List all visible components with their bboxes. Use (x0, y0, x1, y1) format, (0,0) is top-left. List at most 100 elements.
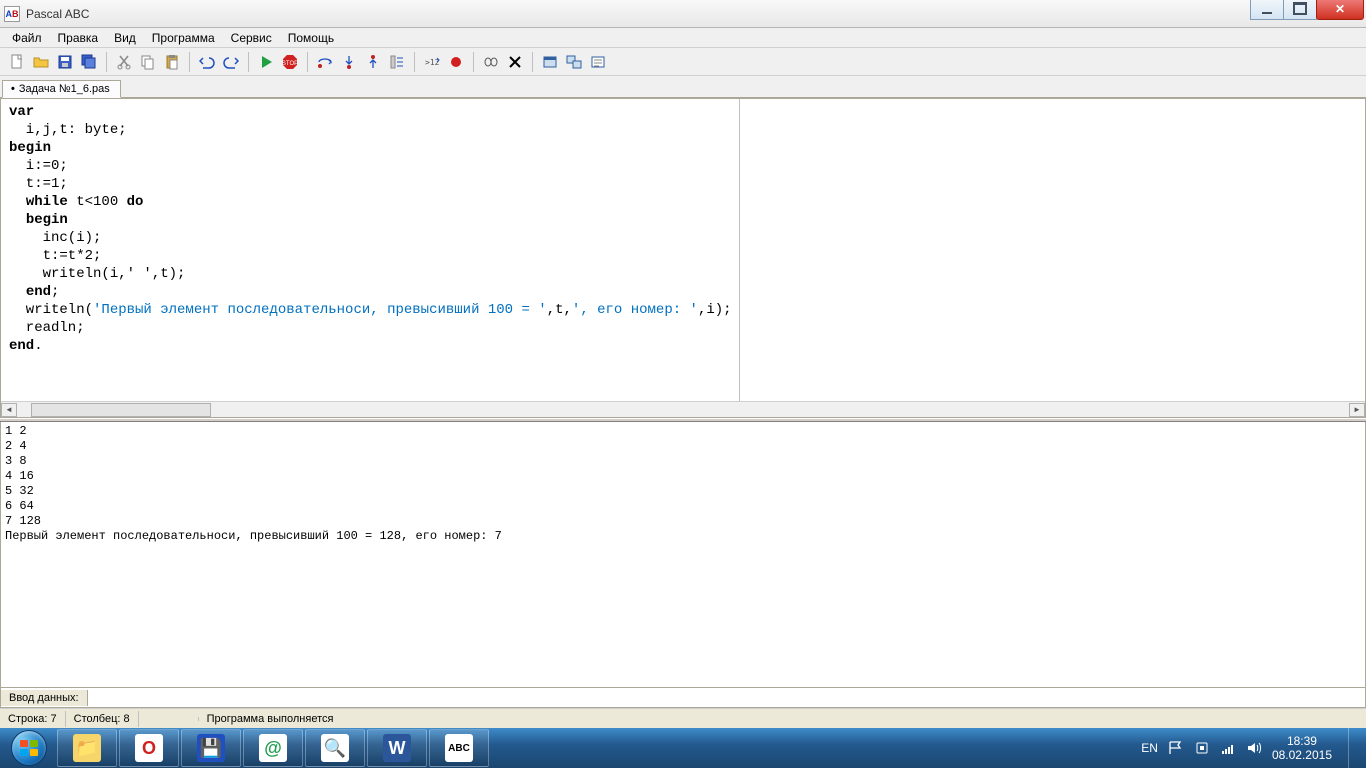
windows-orb-icon (11, 730, 47, 766)
step-out-button[interactable] (362, 51, 384, 73)
taskbar-pascal-abc-button[interactable]: ABC (429, 729, 489, 767)
step-into-icon (341, 54, 357, 70)
toolbar-separator (532, 52, 533, 72)
run-button[interactable] (255, 51, 277, 73)
save-icon (57, 54, 73, 70)
paste-button[interactable] (161, 51, 183, 73)
toolbar-separator (248, 52, 249, 72)
word-icon: W (383, 734, 411, 762)
editor-area: var i,j,t: byte; begin i:=0; t:=1; while… (0, 98, 1366, 708)
redo-button[interactable] (220, 51, 242, 73)
taskbar-explorer-button[interactable]: 📁 (57, 729, 117, 767)
run-icon (258, 54, 274, 70)
taskbar-mail-button[interactable]: @ (243, 729, 303, 767)
editor-split-line (739, 99, 740, 401)
watch-button[interactable]: >123 (421, 51, 443, 73)
new-file-button[interactable] (6, 51, 28, 73)
save-app-icon: 💾 (197, 734, 225, 762)
clock-time: 18:39 (1272, 734, 1332, 748)
minimize-button[interactable] (1250, 0, 1284, 20)
language-indicator[interactable]: EN (1141, 741, 1158, 755)
stop-button[interactable]: STOP (279, 51, 301, 73)
form-new-icon (542, 54, 558, 70)
step-out-icon (365, 54, 381, 70)
evaluate-button[interactable] (480, 51, 502, 73)
network-tray-icon[interactable] (1220, 740, 1236, 756)
maximize-button[interactable] (1283, 0, 1317, 20)
open-file-button[interactable] (30, 51, 52, 73)
menu-program[interactable]: Программа (144, 29, 223, 47)
pascal-abc-icon: ABC (445, 734, 473, 762)
watch-icon: >123 (424, 54, 440, 70)
toolbar-separator (414, 52, 415, 72)
toolbar-separator (473, 52, 474, 72)
taskbar-save-app-button[interactable]: 💾 (181, 729, 241, 767)
close-button[interactable] (1316, 0, 1364, 20)
status-column: Столбец: 8 (66, 711, 139, 727)
save-all-button[interactable] (78, 51, 100, 73)
taskbar-word-button[interactable]: W (367, 729, 427, 767)
input-row: Ввод данных: (0, 688, 1366, 708)
redo-icon (223, 54, 239, 70)
file-tab[interactable]: • Задача №1_6.pas (2, 80, 121, 98)
form-new-button[interactable] (539, 51, 561, 73)
cut-button[interactable] (113, 51, 135, 73)
tab-bar: • Задача №1_6.pas (0, 76, 1366, 98)
breakpoint-button[interactable] (445, 51, 467, 73)
start-button[interactable] (2, 728, 56, 768)
scroll-left-arrow[interactable]: ◄ (1, 403, 17, 417)
run-to-cursor-button[interactable] (386, 51, 408, 73)
form-link-button[interactable] (563, 51, 585, 73)
step-over-button[interactable] (314, 51, 336, 73)
save-all-icon (81, 54, 97, 70)
magnifier-icon: 🔍 (321, 734, 349, 762)
evaluate-icon (483, 54, 499, 70)
open-file-icon (33, 54, 49, 70)
form-design-button[interactable] (587, 51, 609, 73)
toolbar-separator (106, 52, 107, 72)
menu-help[interactable]: Помощь (280, 29, 342, 47)
copy-button[interactable] (137, 51, 159, 73)
taskbar-magnifier-button[interactable]: 🔍 (305, 729, 365, 767)
horizontal-scrollbar[interactable]: ◄ ► (1, 401, 1365, 417)
paste-icon (164, 54, 180, 70)
device-tray-icon[interactable] (1194, 740, 1210, 756)
toolbar-separator (189, 52, 190, 72)
scroll-right-arrow[interactable]: ► (1349, 403, 1365, 417)
input-label: Ввод данных: (1, 690, 88, 706)
menu-edit[interactable]: Правка (50, 29, 107, 47)
status-bar: Строка: 7 Столбец: 8 Программа выполняет… (0, 708, 1366, 728)
clear-output-icon (507, 54, 523, 70)
step-into-button[interactable] (338, 51, 360, 73)
copy-icon (140, 54, 156, 70)
cut-icon (116, 54, 132, 70)
menu-file[interactable]: Файл (4, 29, 50, 47)
title-bar: AB Pascal ABC (0, 0, 1366, 28)
scroll-thumb[interactable] (31, 403, 211, 417)
modified-indicator: • (11, 83, 15, 95)
volume-tray-icon[interactable] (1246, 740, 1262, 756)
tab-filename: Задача №1_6.pas (19, 83, 110, 95)
clear-output-button[interactable] (504, 51, 526, 73)
save-button[interactable] (54, 51, 76, 73)
form-link-icon (566, 54, 582, 70)
undo-button[interactable] (196, 51, 218, 73)
breakpoint-icon (448, 54, 464, 70)
svg-text:STOP: STOP (282, 61, 298, 67)
menu-bar: Файл Правка Вид Программа Сервис Помощь (0, 28, 1366, 48)
clock-date: 08.02.2015 (1272, 748, 1332, 762)
code-editor[interactable]: var i,j,t: byte; begin i:=0; t:=1; while… (0, 98, 1366, 418)
output-panel[interactable]: 1 2 2 4 3 8 4 16 5 32 6 64 7 128 Первый … (0, 422, 1366, 688)
form-design-icon (590, 54, 606, 70)
menu-service[interactable]: Сервис (223, 29, 280, 47)
taskbar-opera-button[interactable]: O (119, 729, 179, 767)
explorer-icon: 📁 (73, 734, 101, 762)
show-desktop-button[interactable] (1348, 728, 1358, 768)
run-to-cursor-icon (389, 54, 405, 70)
clock[interactable]: 18:39 08.02.2015 (1272, 734, 1332, 762)
opera-icon: O (135, 734, 163, 762)
input-field[interactable] (88, 688, 1365, 707)
toolbar-separator (307, 52, 308, 72)
menu-view[interactable]: Вид (106, 29, 144, 47)
flag-tray-icon[interactable] (1168, 740, 1184, 756)
